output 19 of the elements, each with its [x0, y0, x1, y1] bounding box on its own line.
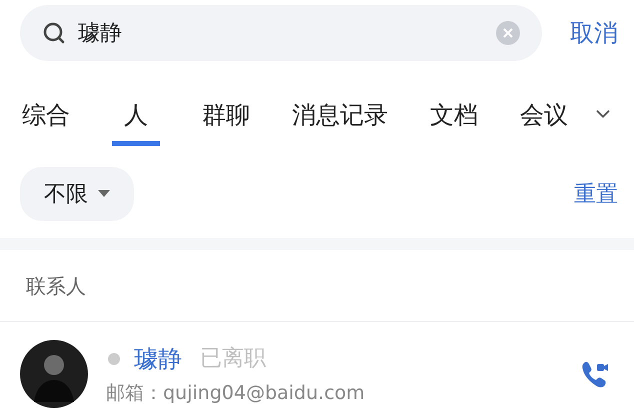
tab[interactable]: 会议	[520, 82, 568, 146]
contact-status: 已离职	[200, 345, 266, 374]
dropdown-icon	[98, 190, 110, 198]
tab[interactable]: 综合	[22, 82, 70, 146]
contact-name[interactable]: 璩静	[134, 340, 182, 377]
search-icon	[42, 21, 66, 45]
reset-button[interactable]: 重置	[574, 178, 618, 210]
search-bar[interactable]: 璩静	[20, 5, 542, 61]
tab[interactable]: 人	[112, 82, 160, 146]
cancel-button[interactable]: 取消	[570, 15, 618, 51]
tab[interactable]: 消息记录	[292, 82, 388, 146]
filter-chip[interactable]: 不限	[20, 167, 134, 221]
section-title: 联系人	[26, 272, 86, 300]
contact-email: 邮箱：qujing04@baidu.com	[106, 380, 366, 406]
tab[interactable]: 群聊	[202, 82, 250, 146]
tab[interactable]: 文档	[430, 82, 478, 146]
avatar	[20, 340, 88, 408]
video-call-icon[interactable]	[580, 360, 610, 388]
search-field[interactable]: 璩静	[78, 16, 484, 50]
